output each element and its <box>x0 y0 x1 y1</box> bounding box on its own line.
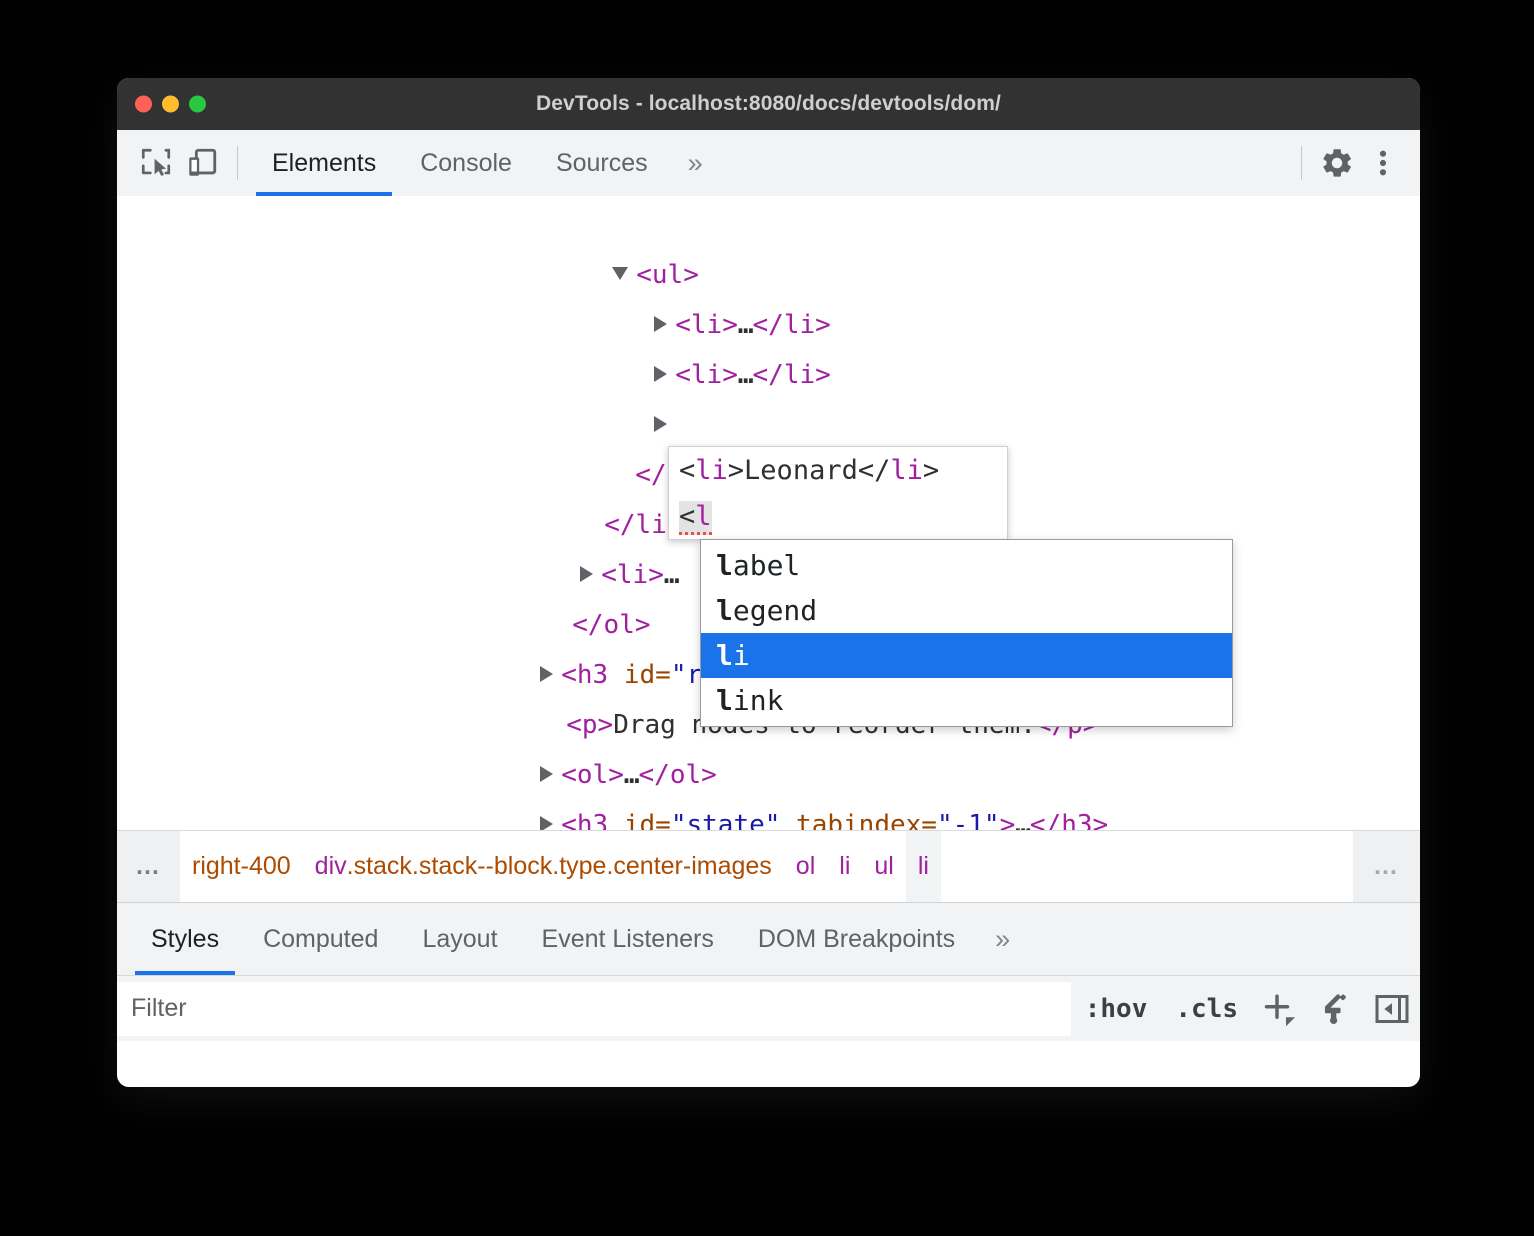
autocomplete-prefix: l <box>716 594 733 627</box>
autocomplete-item-link[interactable]: link <box>701 678 1232 723</box>
styles-tab-list: Styles Computed Layout Event Listeners D… <box>117 903 1420 975</box>
toolbar-divider <box>237 146 238 180</box>
dom-tree-row[interactable]: <h3 id="state" tabindex="-1">…</h3> <box>117 750 1420 800</box>
styles-more-tabs-icon[interactable]: » <box>977 924 1028 955</box>
zoom-window-button[interactable] <box>189 96 206 113</box>
breadcrumb-item-ol[interactable]: ol <box>784 831 827 902</box>
expand-toggle-icon[interactable] <box>540 816 553 831</box>
tab-event-listeners[interactable]: Event Listeners <box>520 903 736 975</box>
autocomplete-rest: abel <box>733 549 800 582</box>
filter-input[interactable] <box>117 982 1071 1036</box>
breadcrumb-item-div[interactable]: div.stack.stack--block.type.center-image… <box>303 831 784 902</box>
paint-brush-icon[interactable] <box>1308 976 1364 1041</box>
breadcrumb-item-classes: right-400 <box>192 852 291 881</box>
autocomplete-popup[interactable]: label legend li link <box>700 539 1233 727</box>
panel-toggle-icon[interactable] <box>1364 976 1420 1041</box>
dom-tree-row[interactable]: <ul> <box>117 200 1420 250</box>
dom-token-gt: > <box>1000 810 1016 830</box>
screenshot-root: DevTools - localhost:8080/docs/devtools/… <box>0 0 1534 1236</box>
devtools-window: DevTools - localhost:8080/docs/devtools/… <box>117 78 1420 1087</box>
tab-layout[interactable]: Layout <box>400 903 519 975</box>
editor-line-2-selection: <l <box>679 501 712 535</box>
editor-token-close-gt: > <box>923 455 939 486</box>
breadcrumb-item-truncated[interactable]: right-400 <box>180 831 303 902</box>
autocomplete-item-li[interactable]: li <box>701 633 1232 678</box>
autocomplete-prefix: l <box>716 549 733 582</box>
autocomplete-prefix: l <box>716 639 733 672</box>
autocomplete-rest: i <box>733 639 750 672</box>
autocomplete-rest: ink <box>733 684 784 717</box>
styles-toolbar: :hov .cls <box>117 975 1420 1041</box>
panel-tab-list: Elements Console Sources » <box>250 130 721 196</box>
devtools-toolbar: Elements Console Sources » <box>117 130 1420 196</box>
toolbar-divider-right <box>1301 146 1302 180</box>
breadcrumb-item-ul[interactable]: ul <box>862 831 905 902</box>
styles-pane: Styles Computed Layout Event Listeners D… <box>117 902 1420 1041</box>
dom-token-ellipsis: … <box>1015 810 1030 830</box>
editor-token-close-lt: </ <box>858 455 891 486</box>
more-tabs-icon[interactable]: » <box>670 148 721 179</box>
breadcrumb-item-tag: div <box>315 852 347 881</box>
editor-token-tag: li <box>695 455 728 486</box>
dom-tree-row[interactable]: </ul> <box>117 400 1420 450</box>
editor-line-1: <li>Leonard</li> <box>679 455 939 486</box>
tab-computed[interactable]: Computed <box>241 903 400 975</box>
window-titlebar: DevTools - localhost:8080/docs/devtools/… <box>117 78 1420 130</box>
device-toolbar-icon[interactable] <box>179 140 225 186</box>
kebab-menu-icon[interactable] <box>1360 140 1406 186</box>
element-classes-button[interactable]: .cls <box>1161 976 1252 1041</box>
inline-html-editor[interactable]: <li>Leonard</li> <l <box>668 446 1008 540</box>
minimize-window-button[interactable] <box>162 96 179 113</box>
toolbar-right-group <box>1289 140 1420 186</box>
autocomplete-rest: egend <box>733 594 817 627</box>
autocomplete-item-legend[interactable]: legend <box>701 588 1232 633</box>
dom-token-h3-open: <h3 <box>561 810 608 830</box>
editor-token-close-tag: li <box>890 455 923 486</box>
dom-token-h3-close: </h3> <box>1030 810 1108 830</box>
close-window-button[interactable] <box>135 96 152 113</box>
editor-token-text: Leonard <box>744 455 858 486</box>
tab-dom-breakpoints[interactable]: DOM Breakpoints <box>736 903 977 975</box>
dom-tree-row[interactable]: <li>…</li> <box>117 300 1420 350</box>
tab-console[interactable]: Console <box>398 130 534 196</box>
editor-token-typed: l <box>695 501 711 532</box>
window-title: DevTools - localhost:8080/docs/devtools/… <box>117 92 1420 116</box>
breadcrumb: … right-400 div.stack.stack--block.type.… <box>117 830 1420 902</box>
dom-token-val-state: "state" <box>671 810 781 830</box>
breadcrumb-overflow-right[interactable]: … <box>1353 831 1420 902</box>
gear-icon[interactable] <box>1314 140 1360 186</box>
tab-sources[interactable]: Sources <box>534 130 670 196</box>
traffic-light-group <box>135 96 206 113</box>
dom-tree-row-editing[interactable] <box>117 350 1420 400</box>
breadcrumb-item-li-selected[interactable]: li <box>906 831 941 902</box>
dom-tree-row[interactable]: <li>…</li> <box>117 250 1420 300</box>
dom-token-val-tabindex: "-1" <box>937 810 1000 830</box>
breadcrumb-item-classes: .stack.stack--block.type.center-images <box>347 852 772 881</box>
breadcrumb-item-li[interactable]: li <box>827 831 862 902</box>
inspect-element-icon[interactable] <box>133 140 179 186</box>
autocomplete-prefix: l <box>716 684 733 717</box>
dom-token-attr-tabindex: tabindex= <box>780 810 937 830</box>
tab-elements[interactable]: Elements <box>250 130 398 196</box>
tab-styles[interactable]: Styles <box>129 903 241 975</box>
breadcrumb-overflow-left[interactable]: … <box>117 831 180 902</box>
editor-token-gt: > <box>728 455 744 486</box>
editor-token-lt-2: < <box>679 501 695 532</box>
dom-token-attr-id: id= <box>608 810 671 830</box>
editor-token-lt: < <box>679 455 695 486</box>
plus-icon[interactable] <box>1252 976 1308 1041</box>
autocomplete-item-label[interactable]: label <box>701 543 1232 588</box>
hover-state-button[interactable]: :hov <box>1071 976 1162 1041</box>
